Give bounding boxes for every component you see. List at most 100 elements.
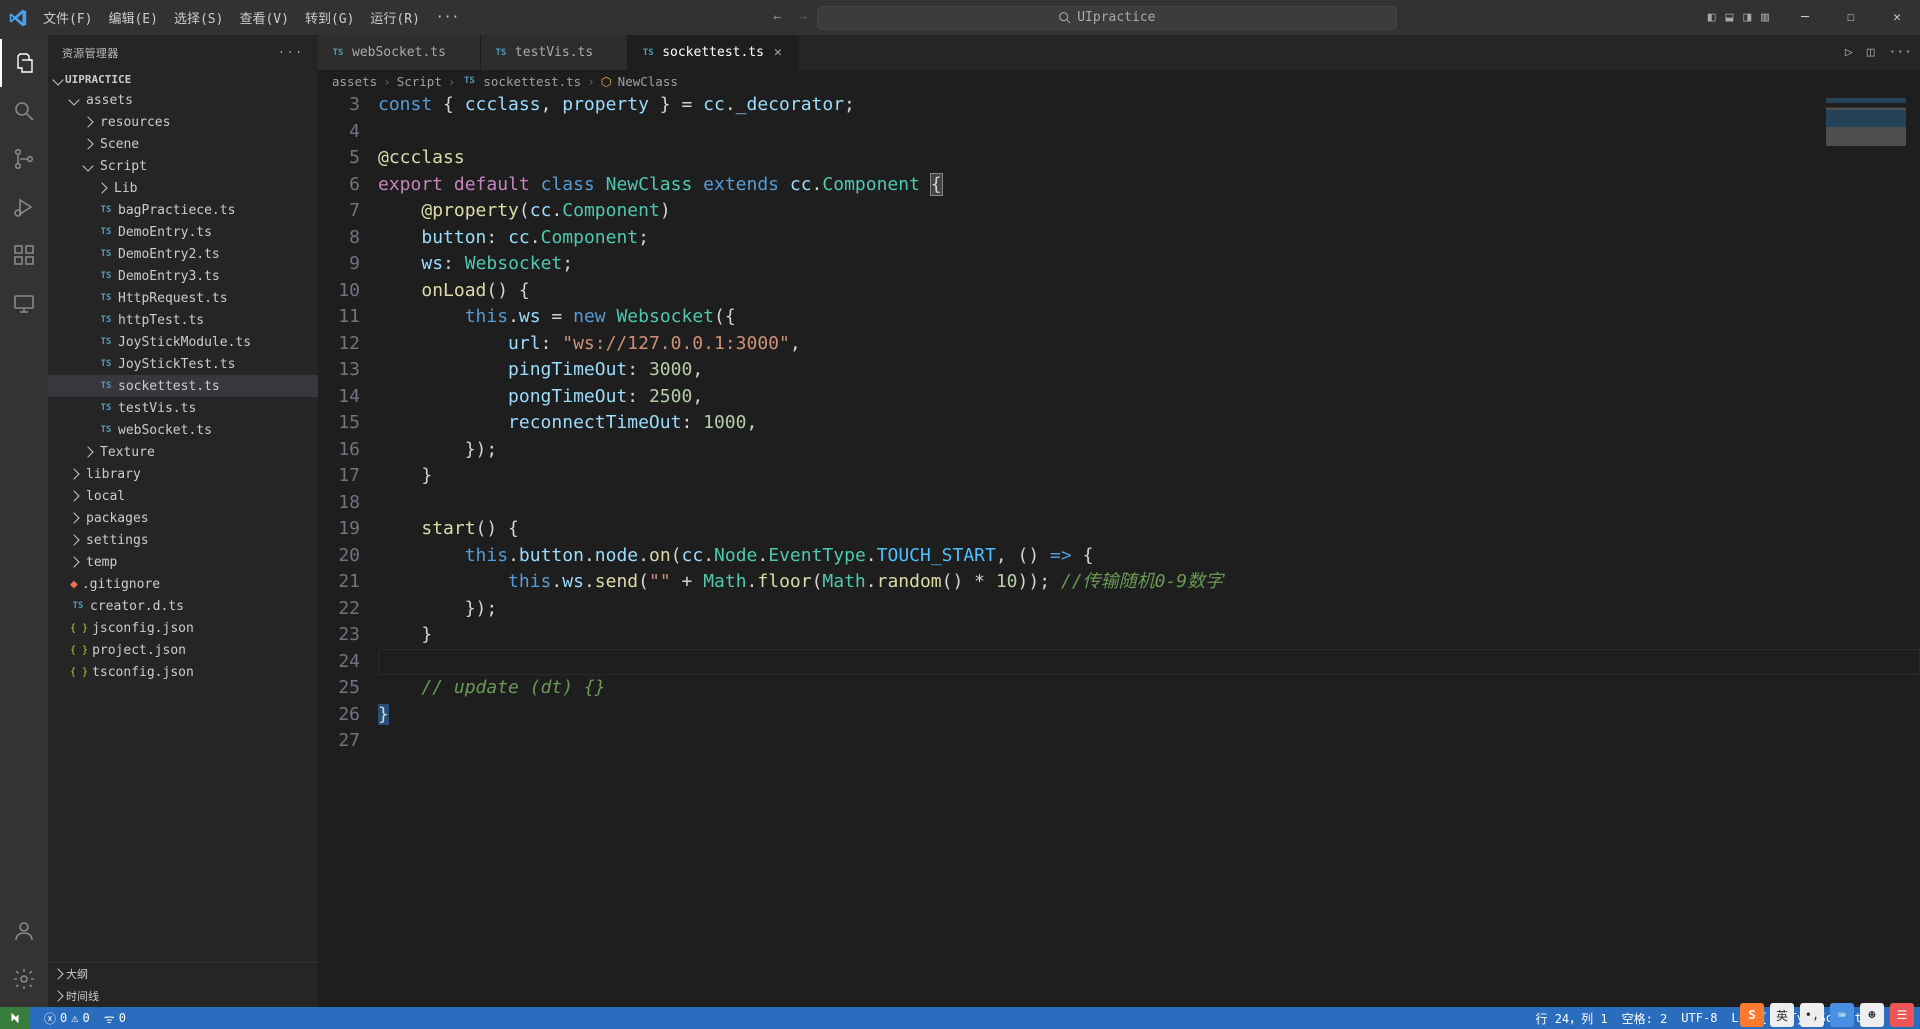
explorer-icon[interactable] <box>0 39 48 87</box>
ime-punct-icon[interactable]: •, <box>1800 1003 1824 1027</box>
nav-back-icon[interactable]: ← <box>773 10 781 25</box>
tree-item-webSocket.ts[interactable]: TSwebSocket.ts <box>48 419 318 441</box>
tree-item-jsconfig.json[interactable]: { }jsconfig.json <box>48 617 318 639</box>
tab-sockettest.ts[interactable]: TSsockettest.ts✕ <box>628 35 799 70</box>
sidebar-more-icon[interactable]: ··· <box>278 46 304 59</box>
ime-bar: S 英 •, ⌨ ☻ ☰ <box>1734 1001 1920 1029</box>
tree-label: JoyStickTest.ts <box>118 357 235 372</box>
tree-item-DemoEntry.ts[interactable]: TSDemoEntry.ts <box>48 221 318 243</box>
menu-运行(R)[interactable]: 运行(R) <box>362 0 427 35</box>
ime-emoji-icon[interactable]: ☻ <box>1860 1003 1884 1027</box>
window-close-icon[interactable]: ✕ <box>1874 0 1920 35</box>
breadcrumb-item[interactable]: Script <box>397 74 442 89</box>
toggle-secondary-sidebar-icon[interactable]: ◨ <box>1738 6 1756 29</box>
chevron-right-icon <box>52 990 63 1001</box>
remote-indicator[interactable] <box>0 1007 30 1029</box>
line-col-text: 行 24，列 1 <box>1535 1010 1607 1027</box>
window-maximize-icon[interactable]: ☐ <box>1828 0 1874 35</box>
cursor-position[interactable]: 行 24，列 1 <box>1535 1010 1607 1027</box>
minimap[interactable] <box>1826 98 1906 146</box>
run-code-icon[interactable]: ▷ <box>1845 45 1853 60</box>
nav-forward-icon[interactable]: → <box>799 10 807 25</box>
split-editor-icon[interactable]: ◫ <box>1867 45 1875 60</box>
more-actions-icon[interactable]: ··· <box>1889 45 1912 60</box>
ime-brand[interactable]: S <box>1740 1003 1764 1027</box>
chevron-icon <box>68 490 79 501</box>
tree-item-Texture[interactable]: Texture <box>48 441 318 463</box>
timeline-section[interactable]: 时间线 <box>48 985 318 1007</box>
tree-item-local[interactable]: local <box>48 485 318 507</box>
customize-layout-icon[interactable]: ▥ <box>1756 6 1774 29</box>
tree-label: library <box>86 467 141 482</box>
tree-item-HttpRequest.ts[interactable]: TSHttpRequest.ts <box>48 287 318 309</box>
tree-item-sockettest.ts[interactable]: TSsockettest.ts <box>48 375 318 397</box>
tree-item-settings[interactable]: settings <box>48 529 318 551</box>
breadcrumb-item[interactable]: sockettest.ts <box>483 74 581 89</box>
nav-buttons: ← → <box>773 6 807 30</box>
tree-item-JoyStickTest.ts[interactable]: TSJoyStickTest.ts <box>48 353 318 375</box>
code-editor[interactable]: 3456789101112131415161718192021222324252… <box>318 92 1920 1007</box>
tree-label: Scene <box>100 137 139 152</box>
menu-编辑(E)[interactable]: 编辑(E) <box>100 0 165 35</box>
source-control-icon[interactable] <box>0 135 48 183</box>
menu-选择(S)[interactable]: 选择(S) <box>166 0 231 35</box>
tab-close-icon[interactable]: ✕ <box>770 45 786 61</box>
tree-item-packages[interactable]: packages <box>48 507 318 529</box>
outline-section[interactable]: 大纲 <box>48 963 318 985</box>
toggle-primary-sidebar-icon[interactable]: ◧ <box>1703 6 1721 29</box>
tree-item-library[interactable]: library <box>48 463 318 485</box>
tab-webSocket.ts[interactable]: TSwebSocket.ts✕ <box>318 35 481 70</box>
tree-label: project.json <box>92 643 186 658</box>
remote-explorer-icon[interactable] <box>0 279 48 327</box>
extensions-icon[interactable] <box>0 231 48 279</box>
code-content[interactable]: const { ccclass, property } = cc._decora… <box>378 92 1920 1007</box>
encoding[interactable]: UTF-8 <box>1681 1011 1717 1025</box>
tree-item-.gitignore[interactable]: ◆.gitignore <box>48 573 318 595</box>
tree-item-temp[interactable]: temp <box>48 551 318 573</box>
tree-item-project.json[interactable]: { }project.json <box>48 639 318 661</box>
tree-item-tsconfig.json[interactable]: { }tsconfig.json <box>48 661 318 683</box>
menu-转到(G)[interactable]: 转到(G) <box>297 0 362 35</box>
tree-label: testVis.ts <box>118 401 196 416</box>
line-gutter: 3456789101112131415161718192021222324252… <box>318 92 378 1007</box>
tree-item-creator.d.ts[interactable]: TScreator.d.ts <box>48 595 318 617</box>
breadcrumb-item[interactable]: NewClass <box>618 74 678 89</box>
tree-label: JoyStickModule.ts <box>118 335 251 350</box>
project-root[interactable]: UIPRACTICE <box>48 70 318 89</box>
indentation[interactable]: 空格: 2 <box>1622 1010 1668 1027</box>
tab-testVis.ts[interactable]: TStestVis.ts✕ <box>481 35 628 70</box>
tree-item-JoyStickModule.ts[interactable]: TSJoyStickModule.ts <box>48 331 318 353</box>
command-center-search[interactable]: UIpractice <box>817 6 1397 30</box>
breadcrumbs[interactable]: assets›Script›TSsockettest.ts›⬡NewClass <box>318 70 1920 92</box>
ime-settings-icon[interactable]: ☰ <box>1890 1003 1914 1027</box>
tree-item-DemoEntry2.ts[interactable]: TSDemoEntry2.ts <box>48 243 318 265</box>
tree-label: settings <box>86 533 149 548</box>
tree-item-httpTest.ts[interactable]: TShttpTest.ts <box>48 309 318 331</box>
ports-indicator[interactable]: ᯤ0 <box>104 1010 126 1027</box>
vscode-logo-icon <box>0 0 35 35</box>
menu-查看(V)[interactable]: 查看(V) <box>231 0 296 35</box>
settings-gear-icon[interactable] <box>0 955 48 1003</box>
tree-item-Script[interactable]: Script <box>48 155 318 177</box>
tree-item-DemoEntry3.ts[interactable]: TSDemoEntry3.ts <box>48 265 318 287</box>
titlebar-left: 文件(F)编辑(E)选择(S)查看(V)转到(G)运行(R)··· <box>0 0 467 35</box>
tree-item-assets[interactable]: assets <box>48 89 318 111</box>
menu-文件(F)[interactable]: 文件(F) <box>35 0 100 35</box>
breadcrumb-item[interactable]: assets <box>332 74 377 89</box>
tree-item-testVis.ts[interactable]: TStestVis.ts <box>48 397 318 419</box>
problems-indicator[interactable]: ⓧ0 ⚠0 <box>44 1010 90 1027</box>
menu-···[interactable]: ··· <box>428 0 467 35</box>
ime-keyboard-icon[interactable]: ⌨ <box>1830 1003 1854 1027</box>
accounts-icon[interactable] <box>0 907 48 955</box>
run-debug-icon[interactable] <box>0 183 48 231</box>
tree-label: .gitignore <box>82 577 160 592</box>
ts-file-icon: TS <box>98 315 114 325</box>
ime-lang[interactable]: 英 <box>1770 1003 1794 1027</box>
search-icon[interactable] <box>0 87 48 135</box>
toggle-panel-icon[interactable]: ⬓ <box>1721 6 1739 29</box>
tree-item-bagPractiece.ts[interactable]: TSbagPractiece.ts <box>48 199 318 221</box>
window-minimize-icon[interactable]: ─ <box>1782 0 1828 35</box>
tree-item-resources[interactable]: resources <box>48 111 318 133</box>
tree-item-Lib[interactable]: Lib <box>48 177 318 199</box>
tree-item-Scene[interactable]: Scene <box>48 133 318 155</box>
